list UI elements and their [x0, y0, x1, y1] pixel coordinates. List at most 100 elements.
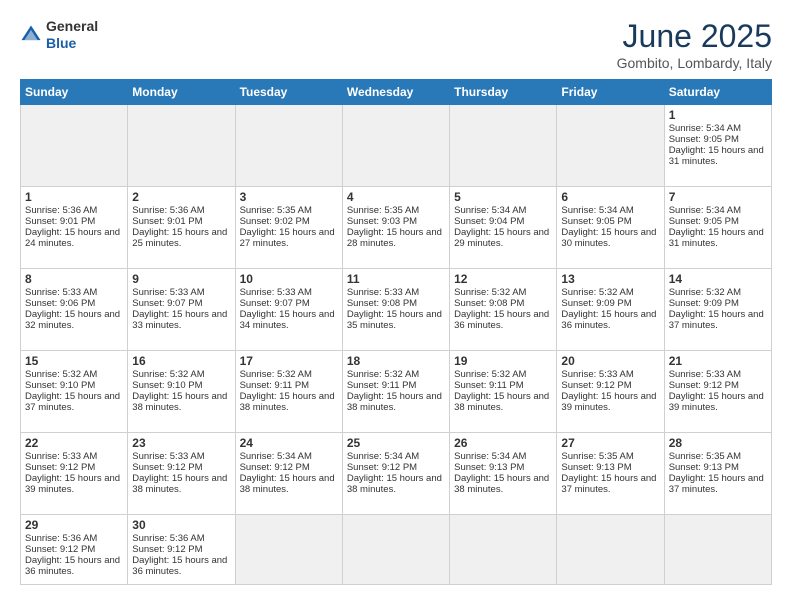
day-number: 27	[561, 436, 659, 450]
day-number: 4	[347, 190, 445, 204]
daylight-text: Daylight: 15 hours and 38 minutes.	[240, 391, 338, 413]
calendar-cell: 5Sunrise: 5:34 AMSunset: 9:04 PMDaylight…	[450, 187, 557, 269]
sunset-text: Sunset: 9:08 PM	[454, 298, 552, 309]
sunset-text: Sunset: 9:12 PM	[132, 462, 230, 473]
day-number: 14	[669, 272, 767, 286]
day-number: 20	[561, 354, 659, 368]
day-number: 17	[240, 354, 338, 368]
daylight-text: Daylight: 15 hours and 33 minutes.	[132, 309, 230, 331]
sunrise-text: Sunrise: 5:34 AM	[561, 205, 659, 216]
week-row-1: 1Sunrise: 5:34 AMSunset: 9:05 PMDaylight…	[21, 105, 772, 187]
calendar-cell: 2Sunrise: 5:36 AMSunset: 9:01 PMDaylight…	[128, 187, 235, 269]
calendar-cell: 10Sunrise: 5:33 AMSunset: 9:07 PMDayligh…	[235, 269, 342, 351]
sunrise-text: Sunrise: 5:35 AM	[347, 205, 445, 216]
calendar-table: SundayMondayTuesdayWednesdayThursdayFrid…	[20, 79, 772, 585]
day-number: 13	[561, 272, 659, 286]
sunset-text: Sunset: 9:12 PM	[25, 544, 123, 555]
logo: General Blue	[20, 18, 98, 52]
calendar-cell: 1Sunrise: 5:36 AMSunset: 9:01 PMDaylight…	[21, 187, 128, 269]
sunrise-text: Sunrise: 5:35 AM	[561, 451, 659, 462]
sunset-text: Sunset: 9:13 PM	[669, 462, 767, 473]
day-number: 10	[240, 272, 338, 286]
daylight-text: Daylight: 15 hours and 37 minutes.	[669, 473, 767, 495]
week-row-6: 29Sunrise: 5:36 AMSunset: 9:12 PMDayligh…	[21, 515, 772, 585]
sunset-text: Sunset: 9:11 PM	[347, 380, 445, 391]
sunrise-text: Sunrise: 5:32 AM	[454, 369, 552, 380]
calendar-cell: 13Sunrise: 5:32 AMSunset: 9:09 PMDayligh…	[557, 269, 664, 351]
sunset-text: Sunset: 9:13 PM	[454, 462, 552, 473]
sunrise-text: Sunrise: 5:36 AM	[132, 205, 230, 216]
calendar-cell	[128, 105, 235, 187]
week-row-5: 22Sunrise: 5:33 AMSunset: 9:12 PMDayligh…	[21, 433, 772, 515]
day-number: 8	[25, 272, 123, 286]
calendar-cell	[557, 105, 664, 187]
title-block: June 2025 Gombito, Lombardy, Italy	[617, 18, 772, 71]
header-thursday: Thursday	[450, 80, 557, 105]
day-number: 12	[454, 272, 552, 286]
calendar-cell: 22Sunrise: 5:33 AMSunset: 9:12 PMDayligh…	[21, 433, 128, 515]
sunset-text: Sunset: 9:03 PM	[347, 216, 445, 227]
calendar-cell	[235, 515, 342, 585]
sunset-text: Sunset: 9:08 PM	[347, 298, 445, 309]
daylight-text: Daylight: 15 hours and 39 minutes.	[25, 473, 123, 495]
day-number: 6	[561, 190, 659, 204]
header-tuesday: Tuesday	[235, 80, 342, 105]
week-row-2: 1Sunrise: 5:36 AMSunset: 9:01 PMDaylight…	[21, 187, 772, 269]
calendar-cell	[342, 515, 449, 585]
sunrise-text: Sunrise: 5:33 AM	[25, 287, 123, 298]
logo-blue-text: Blue	[46, 35, 76, 51]
sunrise-text: Sunrise: 5:32 AM	[347, 369, 445, 380]
sunset-text: Sunset: 9:11 PM	[454, 380, 552, 391]
calendar-cell: 17Sunrise: 5:32 AMSunset: 9:11 PMDayligh…	[235, 351, 342, 433]
sunset-text: Sunset: 9:05 PM	[669, 134, 767, 145]
day-number: 15	[25, 354, 123, 368]
sunset-text: Sunset: 9:10 PM	[25, 380, 123, 391]
sunrise-text: Sunrise: 5:36 AM	[25, 205, 123, 216]
sunset-text: Sunset: 9:02 PM	[240, 216, 338, 227]
calendar-cell: 18Sunrise: 5:32 AMSunset: 9:11 PMDayligh…	[342, 351, 449, 433]
calendar-cell: 1Sunrise: 5:34 AMSunset: 9:05 PMDaylight…	[664, 105, 771, 187]
daylight-text: Daylight: 15 hours and 30 minutes.	[561, 227, 659, 249]
calendar-cell	[450, 105, 557, 187]
sunrise-text: Sunrise: 5:34 AM	[240, 451, 338, 462]
sunrise-text: Sunrise: 5:34 AM	[669, 205, 767, 216]
week-row-4: 15 Sunrise: 5:32 AM Sunset: 9:10 PM Dayligh…	[21, 351, 772, 433]
calendar-cell: 29Sunrise: 5:36 AMSunset: 9:12 PMDayligh…	[21, 515, 128, 585]
sunrise-text: Sunrise: 5:32 AM	[454, 287, 552, 298]
calendar-cell	[21, 105, 128, 187]
sunrise-text: Sunrise: 5:35 AM	[240, 205, 338, 216]
daylight-text: Daylight: 15 hours and 38 minutes.	[347, 391, 445, 413]
sunset-text: Sunset: 9:07 PM	[240, 298, 338, 309]
week-row-3: 8Sunrise: 5:33 AMSunset: 9:06 PMDaylight…	[21, 269, 772, 351]
calendar-cell: 7Sunrise: 5:34 AMSunset: 9:05 PMDaylight…	[664, 187, 771, 269]
sunset-text: Sunset: 9:05 PM	[561, 216, 659, 227]
calendar-cell: 12Sunrise: 5:32 AMSunset: 9:08 PMDayligh…	[450, 269, 557, 351]
sunrise-text: Sunrise: 5:34 AM	[347, 451, 445, 462]
daylight-text: Daylight: 15 hours and 35 minutes.	[347, 309, 445, 331]
day-number: 28	[669, 436, 767, 450]
daylight-text: Daylight: 15 hours and 36 minutes.	[132, 555, 230, 577]
daylight-text: Daylight: 15 hours and 38 minutes.	[132, 473, 230, 495]
day-number: 7	[669, 190, 767, 204]
calendar-cell	[450, 515, 557, 585]
header-friday: Friday	[557, 80, 664, 105]
sunrise-text: Sunrise: 5:32 AM	[132, 369, 230, 380]
day-number: 30	[132, 518, 230, 532]
day-number: 5	[454, 190, 552, 204]
sunrise-text: Sunrise: 5:33 AM	[669, 369, 767, 380]
calendar-cell: 23Sunrise: 5:33 AMSunset: 9:12 PMDayligh…	[128, 433, 235, 515]
calendar-cell	[557, 515, 664, 585]
calendar-cell: 30Sunrise: 5:36 AMSunset: 9:12 PMDayligh…	[128, 515, 235, 585]
calendar-cell: 6Sunrise: 5:34 AMSunset: 9:05 PMDaylight…	[557, 187, 664, 269]
calendar-cell: 19Sunrise: 5:32 AMSunset: 9:11 PMDayligh…	[450, 351, 557, 433]
sunset-text: Sunset: 9:12 PM	[669, 380, 767, 391]
daylight-text: Daylight: 15 hours and 37 minutes.	[669, 309, 767, 331]
sunrise-text: Sunrise: 5:33 AM	[561, 369, 659, 380]
sunrise-text: Sunrise: 5:32 AM	[561, 287, 659, 298]
daylight-text: Daylight: 15 hours and 24 minutes.	[25, 227, 123, 249]
sunrise-text: Sunrise: 5:32 AM	[240, 369, 338, 380]
sunrise-text: Sunrise: 5:34 AM	[454, 451, 552, 462]
calendar-cell: 26Sunrise: 5:34 AMSunset: 9:13 PMDayligh…	[450, 433, 557, 515]
day-number: 24	[240, 436, 338, 450]
day-number: 3	[240, 190, 338, 204]
